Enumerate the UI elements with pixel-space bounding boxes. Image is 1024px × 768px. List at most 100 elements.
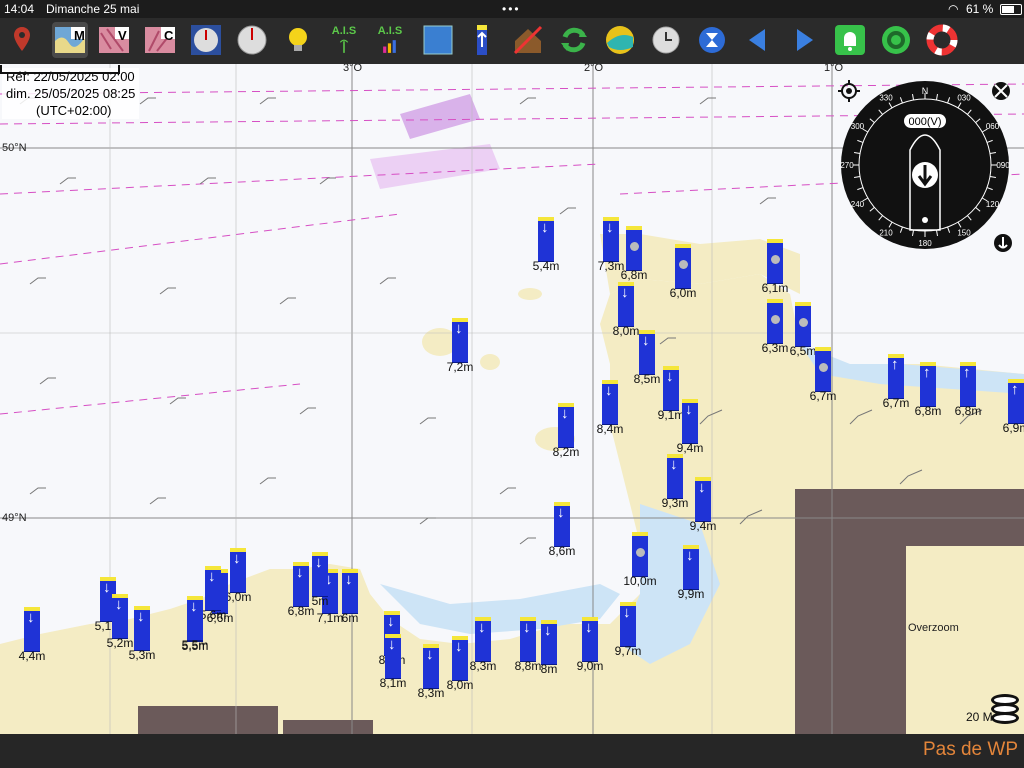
ais-radio-button[interactable]: A.I.S — [326, 22, 362, 58]
tide-station[interactable]: ↓ 5,5m — [165, 596, 225, 676]
clock-icon[interactable] — [648, 22, 684, 58]
compass-degree-label: 270 — [840, 161, 854, 170]
falling-tide-arrow-icon: ↓ — [388, 636, 396, 653]
tide-station[interactable]: ↓ 5,4m — [516, 217, 576, 297]
falling-tide-arrow-icon: ↓ — [208, 568, 216, 585]
compass-heading: 000(V) — [908, 116, 941, 128]
tide-station[interactable]: ↓ 8,6m — [532, 502, 592, 582]
map-c-button[interactable]: C — [142, 22, 178, 58]
compass-north: N — [922, 86, 929, 96]
map-v-button[interactable]: V — [96, 22, 132, 58]
ais-bars-label: A.I.S — [377, 25, 403, 37]
home-no-icon[interactable] — [510, 22, 546, 58]
depth-shading-icon[interactable] — [420, 22, 456, 58]
previous-arrow-icon[interactable] — [740, 22, 776, 58]
tide-station[interactable]: 6,0m — [653, 244, 713, 324]
wifi-icon: ◠ — [948, 2, 959, 16]
falling-tide-arrow-icon: ↓ — [137, 608, 145, 625]
anchor-button-icon[interactable] — [992, 232, 1014, 254]
falling-tide-arrow-icon: ↓ — [666, 368, 674, 385]
ais-bars-button[interactable]: A.I.S — [372, 22, 408, 58]
slack-tide-icon — [799, 318, 808, 327]
tide-height-label: 9,9m — [677, 587, 705, 601]
falling-tide-arrow-icon: ↓ — [686, 547, 694, 564]
tide-height-label: 6,1m — [761, 281, 789, 295]
battery-icon — [1000, 4, 1022, 15]
map-c-badge: C — [164, 28, 174, 43]
waypoint-status[interactable]: Pas de WP — [923, 739, 1018, 761]
slack-tide-icon — [636, 548, 645, 557]
lon-label-1w: 1°O — [824, 64, 844, 74]
hourglass-icon[interactable] — [694, 22, 730, 58]
falling-tide-arrow-icon: ↓ — [27, 609, 35, 626]
tide-height-label: 5,4m — [532, 259, 560, 273]
tide-height-label: 4,4m — [18, 649, 46, 663]
tide-height-label: 5,3m — [128, 648, 156, 662]
overzoom-label: Overzoom — [908, 622, 959, 634]
weather-layer-icon[interactable] — [602, 22, 638, 58]
location-pin-icon[interactable] — [4, 22, 40, 58]
map-m-button[interactable]: M — [52, 22, 88, 58]
tide-station[interactable]: ↓ 9,9m — [661, 545, 721, 625]
nautical-chart[interactable]: 3°O 2°O 1°O 50°N 49°N Réf: 22/05/2025 02… — [0, 64, 1024, 734]
compass-degree-label: 240 — [851, 200, 865, 209]
scale-bar — [0, 65, 120, 74]
battery-level: 61 % — [966, 2, 994, 16]
tide-station[interactable]: ↓ 9,7m — [598, 602, 658, 682]
status-bar: 14:04 Dimanche 25 mai ••• ◠ 61 % — [0, 0, 1024, 18]
falling-tide-arrow-icon: ↓ — [541, 219, 549, 236]
status-time: 14:04 — [4, 2, 35, 16]
tide-height-label: 8,2m — [552, 445, 580, 459]
sync-arrows-icon[interactable] — [556, 22, 592, 58]
compass-degree-label: 330 — [879, 93, 893, 102]
compass-degree-label: 030 — [957, 93, 971, 102]
tide-height-label: 8,6m — [548, 544, 576, 558]
compass-degree-label: 180 — [918, 239, 932, 248]
tide-station[interactable]: ↓ 4,4m — [2, 607, 62, 687]
north-up-toggle-icon[interactable] — [990, 80, 1012, 102]
falling-tide-arrow-icon: ↓ — [642, 332, 650, 349]
compass-degree-label: 120 — [986, 200, 1000, 209]
rising-tide-arrow-icon: ↑ — [923, 364, 931, 381]
compass-degree-label: 150 — [957, 229, 971, 238]
falling-tide-arrow-icon: ↓ — [685, 401, 693, 418]
tide-height-label: 6,0m — [669, 286, 697, 300]
compass-dial-icon[interactable] — [234, 22, 270, 58]
falling-tide-arrow-icon: ↓ — [605, 382, 613, 399]
tide-station[interactable]: ↑ 6,9m — [986, 379, 1024, 459]
target-icon[interactable] — [878, 22, 914, 58]
gps-locate-icon[interactable] — [838, 80, 860, 102]
compass-degree-label: 210 — [879, 229, 893, 238]
tide-height-label: 9,7m — [614, 644, 642, 658]
layers-stack-icon[interactable] — [988, 692, 1022, 726]
instrument-dial-icon[interactable] — [188, 22, 224, 58]
tide-station[interactable]: ↓ 5,3m — [112, 606, 172, 686]
status-date: Dimanche 25 mai — [46, 2, 140, 16]
slack-tide-icon — [771, 255, 780, 264]
falling-tide-arrow-icon: ↓ — [387, 613, 395, 630]
falling-tide-arrow-icon: ↓ — [623, 604, 631, 621]
falling-tide-arrow-icon: ↓ — [557, 504, 565, 521]
tide-station[interactable]: ↓ 7,2m — [430, 318, 490, 398]
alarm-bell-icon[interactable] — [832, 22, 868, 58]
lon-label-3w: 3°O — [343, 64, 363, 74]
lifebuoy-icon[interactable] — [924, 22, 960, 58]
multitask-dots-icon[interactable]: ••• — [502, 2, 521, 16]
falling-tide-arrow-icon: ↓ — [585, 619, 593, 636]
compass-rose[interactable]: 000(V) N 030 060 090 120 150 180 210 240 270 300 3… — [840, 80, 1010, 250]
slack-tide-icon — [819, 363, 828, 372]
rising-tide-arrow-icon: ↑ — [963, 364, 971, 381]
tide-station-icon[interactable] — [464, 22, 500, 58]
tide-height-label: 6,9m — [1002, 421, 1024, 435]
tide-station[interactable]: ↓ 8,2m — [536, 403, 596, 483]
tide-station[interactable]: 6,7m — [793, 347, 853, 427]
tide-height-label: 5m — [311, 594, 329, 608]
map-m-badge: M — [74, 28, 85, 43]
tide-station[interactable]: ↓ 5m — [290, 552, 350, 632]
compass-degree-label: 060 — [986, 122, 1000, 131]
lightbulb-icon[interactable] — [280, 22, 316, 58]
next-arrow-icon[interactable] — [786, 22, 822, 58]
rising-tide-arrow-icon: ↑ — [1011, 381, 1019, 398]
tide-height-label: 6,7m — [809, 389, 837, 403]
current-time-line: dim. 25/05/2025 08:25 — [6, 86, 136, 101]
